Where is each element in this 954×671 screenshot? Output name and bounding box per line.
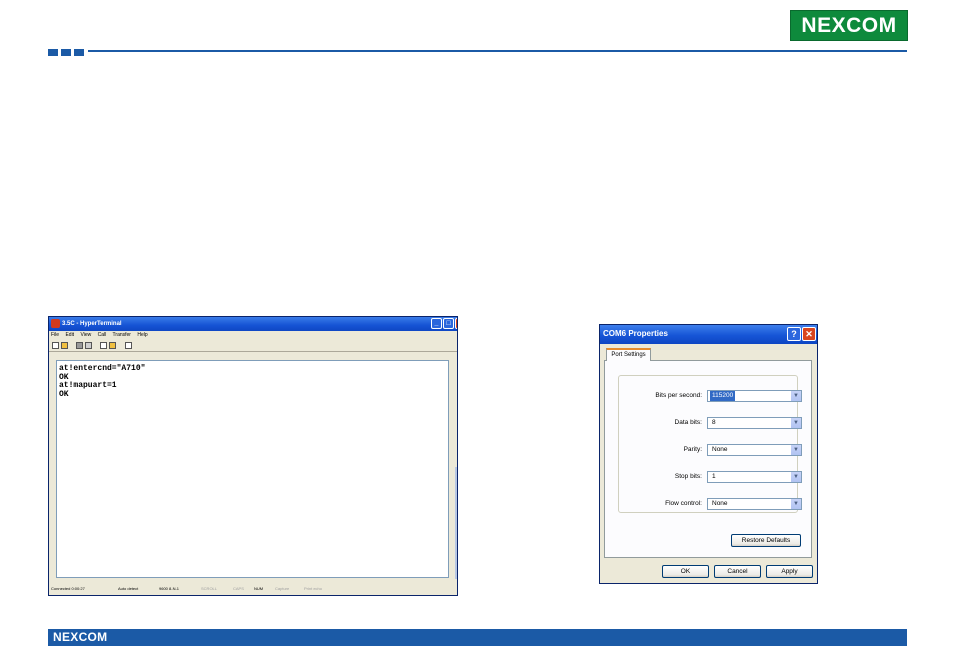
disconnect-icon[interactable] — [85, 342, 92, 349]
data-bits-value: 8 — [712, 419, 716, 426]
stop-bits-select[interactable]: 1 ▼ — [707, 471, 802, 483]
apply-button[interactable]: Apply — [766, 565, 813, 578]
chevron-down-icon[interactable]: ▼ — [790, 499, 801, 509]
status-capture: Capture — [275, 586, 290, 591]
open-icon[interactable] — [61, 342, 68, 349]
chevron-down-icon[interactable]: ▼ — [790, 391, 801, 401]
status-caps: CAPS — [233, 586, 244, 591]
header-square-3 — [74, 49, 84, 56]
flow-control-value: None — [712, 500, 728, 507]
send-icon[interactable] — [100, 342, 107, 349]
scrollbar[interactable] — [455, 467, 457, 579]
bits-per-second-label: Bits per second: — [655, 392, 702, 399]
menu-bar: File Edit View Call Transfer Help — [51, 332, 153, 340]
connect-icon[interactable] — [76, 342, 83, 349]
menu-call[interactable]: Call — [98, 332, 107, 338]
dialog-close-button[interactable]: ✕ — [802, 327, 816, 341]
nexcom-logo: NEXCOM — [790, 10, 908, 41]
menu-edit[interactable]: Edit — [65, 332, 74, 338]
close-button[interactable]: × — [455, 318, 457, 329]
chevron-down-icon[interactable]: ▼ — [790, 418, 801, 428]
terminal-line: OK — [59, 389, 69, 399]
terminal-area[interactable]: at!entercnd="A710" OK at!mapuart=1 OK — [56, 360, 449, 578]
properties-icon[interactable] — [125, 342, 132, 349]
restore-defaults-button[interactable]: Restore Defaults — [731, 534, 801, 547]
parity-value: None — [712, 446, 728, 453]
help-button[interactable]: ? — [787, 327, 801, 341]
dialog-title-bar: COM6 Properties ? ✕ — [600, 325, 817, 344]
window-title: 3.5C - HyperTerminal — [62, 321, 122, 327]
parity-select[interactable]: None ▼ — [707, 444, 802, 456]
stop-bits-label: Stop bits: — [674, 473, 702, 480]
bits-per-second-select[interactable]: 115200 ▼ — [707, 390, 802, 402]
data-bits-label: Data bits: — [674, 419, 702, 426]
footer-bar: NEXCOM — [48, 629, 907, 646]
header-rule — [88, 50, 907, 52]
status-detect: Auto detect — [118, 586, 139, 591]
chevron-down-icon[interactable]: ▼ — [790, 445, 801, 455]
menu-help[interactable]: Help — [137, 332, 147, 338]
logo-text: NEXCOM — [801, 14, 897, 37]
footer-logo: NEXCOM — [53, 630, 108, 644]
stop-bits-value: 1 — [712, 473, 716, 480]
flow-control-label: Flow control: — [665, 500, 702, 507]
header-square-1 — [48, 49, 58, 56]
flow-control-select[interactable]: None ▼ — [707, 498, 802, 510]
status-scroll: SCROLL — [201, 586, 218, 591]
status-bar: Connected 0:00:27 Auto detect 9600 8-N-1… — [49, 584, 457, 594]
status-connected: Connected 0:00:27 — [51, 586, 85, 591]
status-settings: 9600 8-N-1 — [159, 586, 180, 591]
ok-button[interactable]: OK — [662, 565, 709, 578]
terminal-line: at!mapuart=1 — [59, 381, 117, 390]
com6-properties-dialog: COM6 Properties ? ✕ Bits per second: 115… — [599, 324, 818, 584]
status-num: NUM — [254, 586, 264, 591]
toolbar — [49, 341, 457, 352]
menu-transfer[interactable]: Transfer — [113, 332, 131, 338]
dialog-title: COM6 Properties — [603, 329, 668, 338]
hyperterminal-icon — [51, 319, 60, 328]
terminal-line: at!entercnd="A710" — [59, 364, 146, 373]
data-bits-select[interactable]: 8 ▼ — [707, 417, 802, 429]
tab-port-settings[interactable]: Port Settings — [606, 348, 651, 361]
menu-view[interactable]: View — [80, 332, 91, 338]
receive-icon[interactable] — [109, 342, 116, 349]
bits-per-second-value: 115200 — [710, 391, 736, 401]
new-icon[interactable] — [52, 342, 59, 349]
parity-label: Parity: — [683, 446, 702, 453]
port-settings-panel: Bits per second: 115200 ▼ Data bits: 8 ▼… — [604, 360, 812, 558]
menu-file[interactable]: File — [51, 332, 59, 338]
settings-group: Bits per second: 115200 ▼ Data bits: 8 ▼… — [618, 375, 802, 513]
cancel-button[interactable]: Cancel — [714, 565, 761, 578]
chevron-down-icon[interactable]: ▼ — [790, 472, 801, 482]
minimize-button[interactable]: _ — [431, 318, 442, 329]
header-square-2 — [61, 49, 71, 56]
status-print-echo: Print echo — [304, 586, 323, 591]
maximize-button[interactable]: □ — [443, 318, 454, 329]
hyperterminal-window: 3.5C - HyperTerminal _ □ × File Edit Vie… — [48, 316, 458, 596]
title-bar: 3.5C - HyperTerminal _ □ × — [49, 317, 457, 331]
terminal-line: OK — [59, 372, 69, 382]
